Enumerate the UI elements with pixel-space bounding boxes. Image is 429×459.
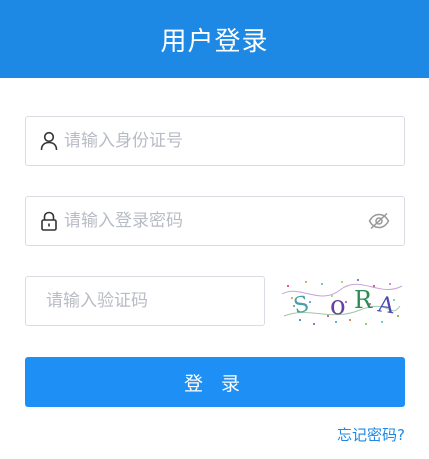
password-input[interactable] xyxy=(64,197,368,245)
svg-text:R: R xyxy=(354,286,373,314)
captcha-input[interactable] xyxy=(26,277,265,325)
eye-off-icon[interactable] xyxy=(368,210,390,232)
username-field[interactable] xyxy=(25,116,405,166)
captcha-field[interactable] xyxy=(25,276,265,326)
password-field[interactable] xyxy=(25,196,405,246)
login-button[interactable]: 登 录 xyxy=(25,357,405,407)
lock-icon xyxy=(40,211,58,231)
page-title: 用户登录 xyxy=(160,26,269,57)
user-icon xyxy=(40,131,58,151)
page-header: 用户登录 xyxy=(0,0,429,78)
captcha-image[interactable]: S o R A xyxy=(280,276,404,328)
forgot-password-link[interactable]: 忘记密码? xyxy=(337,424,405,445)
svg-text:o: o xyxy=(330,291,346,321)
username-input[interactable] xyxy=(64,117,404,165)
